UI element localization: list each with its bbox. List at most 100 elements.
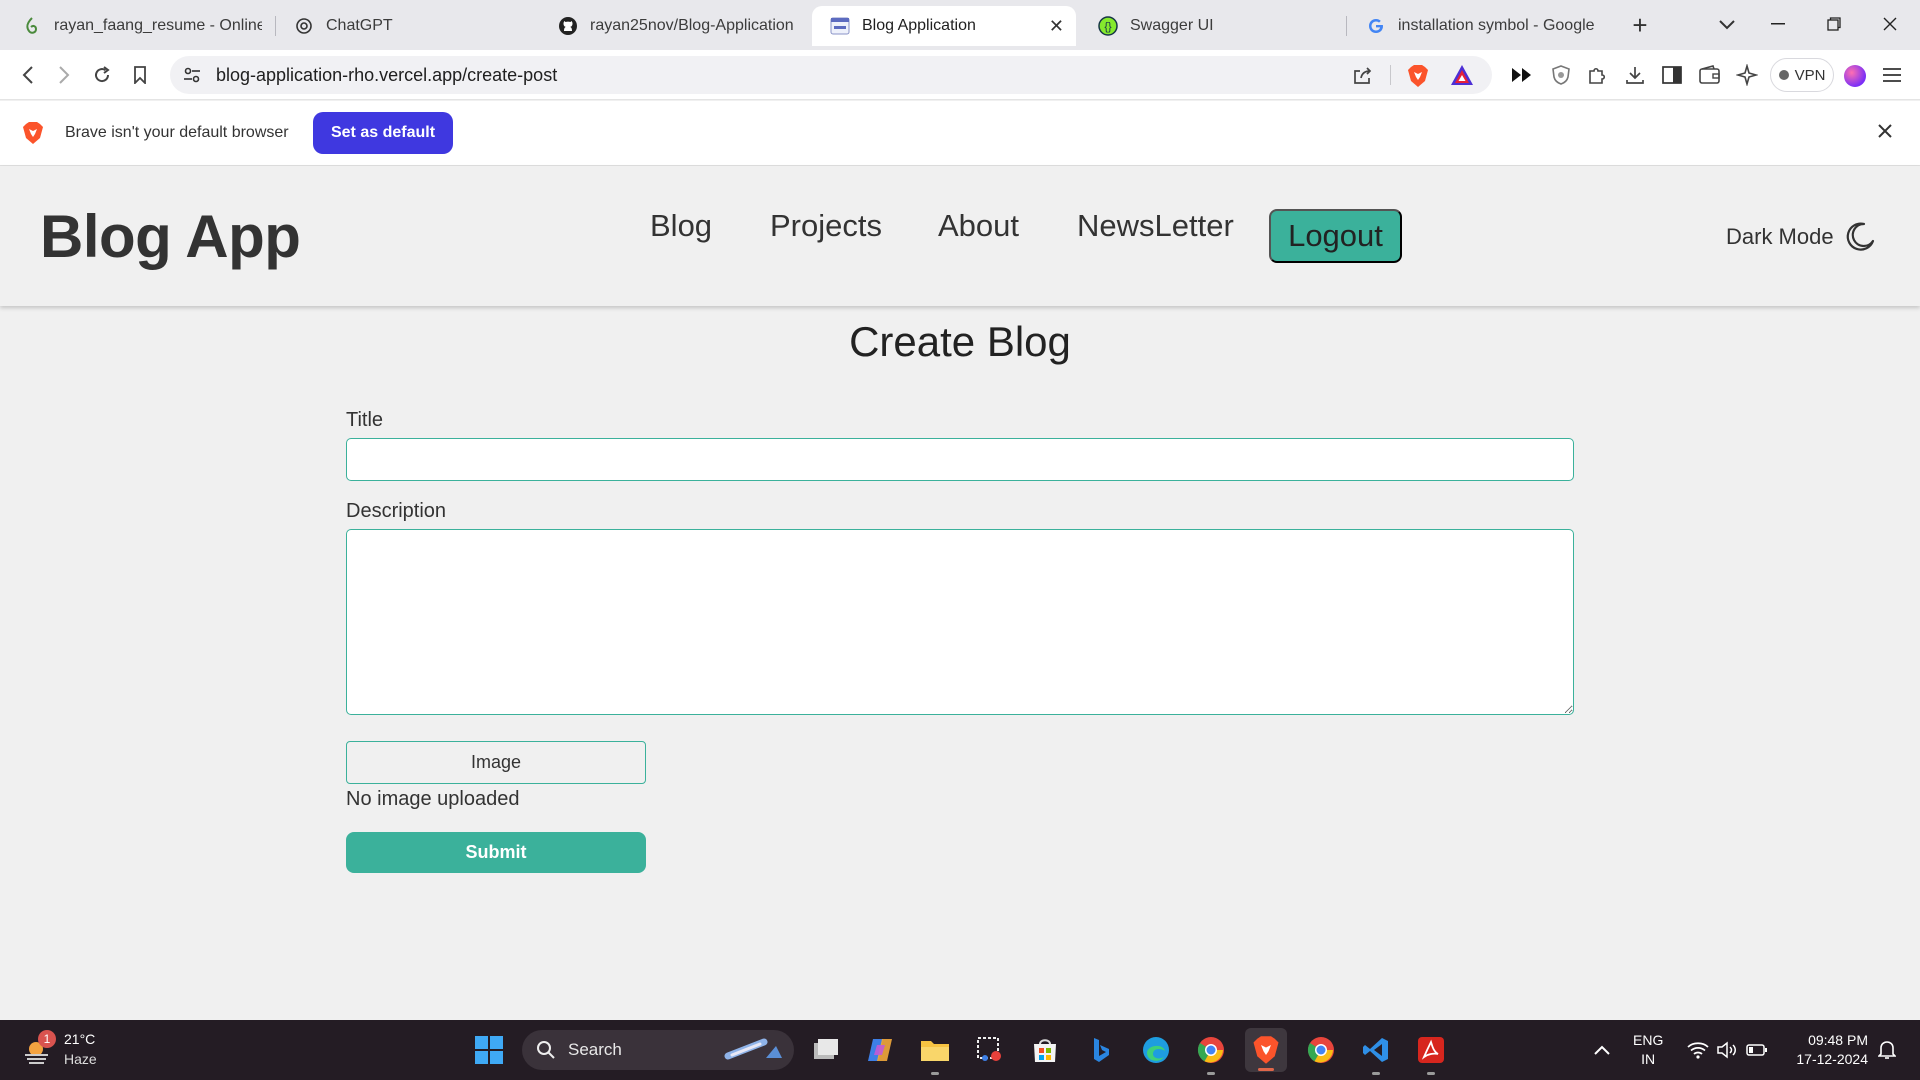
title-input[interactable] [346, 438, 1574, 481]
image-status-text: No image uploaded [346, 788, 520, 810]
tab-blog-application[interactable]: Blog Application ✕ [812, 6, 1076, 46]
infobar-message: Brave isn't your default browser [65, 124, 289, 141]
vpn-label: VPN [1794, 66, 1826, 84]
url-text: blog-application-rho.vercel.app/create-p… [216, 65, 558, 85]
tab-chatgpt[interactable]: ChatGPT [276, 6, 536, 46]
wallet-icon[interactable] [1698, 63, 1722, 87]
restore-button[interactable] [1806, 4, 1862, 44]
app-brand[interactable]: Blog App [40, 202, 301, 271]
close-window-button[interactable] [1862, 4, 1918, 44]
forward-icon[interactable] [48, 60, 80, 90]
tab-google[interactable]: installation symbol - Google Se [1348, 6, 1606, 46]
search-icon [536, 1040, 556, 1060]
tab-title: Swagger UI [1130, 17, 1214, 34]
minimize-button[interactable] [1750, 4, 1806, 44]
clock-date: 17-12-2024 [1796, 1051, 1868, 1067]
image-upload-button[interactable]: Image [346, 741, 646, 784]
weather-widget[interactable]: 1 21°C Haze [22, 1030, 142, 1072]
bookmark-icon[interactable] [124, 60, 156, 90]
address-bar-divider [1390, 65, 1391, 85]
nav-projects[interactable]: Projects [770, 208, 882, 244]
brave-rewards-icon[interactable] [1450, 64, 1474, 86]
acrobat-icon[interactable] [1415, 1034, 1447, 1075]
leo-ai-icon[interactable] [1735, 63, 1759, 87]
chrome-icon[interactable] [1195, 1034, 1227, 1075]
search-highlight-icon [724, 1038, 784, 1062]
browser-toolbar: blog-application-rho.vercel.app/create-p… [0, 50, 1920, 100]
running-indicator [931, 1072, 939, 1075]
edge-icon[interactable] [1140, 1034, 1172, 1066]
search-placeholder: Search [568, 1040, 622, 1059]
wifi-icon[interactable] [1685, 1020, 1711, 1080]
back-icon[interactable] [12, 60, 44, 90]
extensions-puzzle-icon[interactable] [1585, 63, 1609, 87]
tab-search-chevron-icon[interactable] [1712, 10, 1742, 40]
active-app-indicator [1258, 1068, 1274, 1071]
running-indicator [1427, 1072, 1435, 1075]
weather-temperature: 21°C [64, 1031, 96, 1047]
close-tab-icon[interactable]: ✕ [1049, 16, 1064, 37]
vscode-icon[interactable] [1360, 1034, 1392, 1075]
dark-mode-label: Dark Mode [1726, 224, 1834, 249]
logout-button[interactable]: Logout [1269, 209, 1402, 263]
file-explorer-icon[interactable] [919, 1034, 951, 1075]
notification-center-icon[interactable] [1874, 1020, 1900, 1080]
taskbar-search[interactable]: Search [522, 1030, 794, 1070]
bing-icon[interactable] [1085, 1034, 1117, 1066]
system-clock[interactable]: 09:48 PM 17-12-2024 [1784, 1031, 1868, 1069]
brave-taskbar-icon[interactable] [1245, 1028, 1287, 1072]
browser-menu-icon[interactable] [1880, 63, 1904, 87]
tab-github[interactable]: rayan25nov/Blog-Application [540, 6, 812, 46]
sidebar-toggle-icon[interactable] [1660, 63, 1684, 87]
vpn-status-icon [1778, 70, 1789, 80]
default-browser-infobar: Brave isn't your default browser Set as … [0, 101, 1920, 166]
tab-title: ChatGPT [326, 17, 393, 34]
vpn-button[interactable]: VPN [1770, 58, 1834, 92]
profile-avatar[interactable] [1844, 65, 1866, 87]
task-view-icon[interactable] [810, 1034, 842, 1066]
tab-separator [1346, 16, 1347, 36]
address-bar[interactable]: blog-application-rho.vercel.app/create-p… [170, 56, 1492, 94]
reload-icon[interactable] [86, 60, 118, 90]
set-as-default-button[interactable]: Set as default [313, 112, 453, 154]
input-language-indicator[interactable]: ENG IN [1633, 1031, 1663, 1069]
running-indicator [1207, 1072, 1215, 1075]
speedreader-icon[interactable] [1510, 63, 1534, 87]
submit-button[interactable]: Submit [346, 832, 646, 873]
svg-text:{}: {} [1104, 21, 1112, 33]
windows-start-icon[interactable] [473, 1034, 505, 1066]
download-icon[interactable] [1623, 63, 1647, 87]
brave-shields-icon[interactable] [1407, 64, 1429, 87]
battery-icon[interactable] [1744, 1020, 1770, 1080]
github-icon [558, 16, 578, 36]
nav-blog[interactable]: Blog [650, 208, 712, 244]
dark-mode-toggle[interactable]: Dark Mode [1726, 221, 1876, 253]
language-region: IN [1641, 1051, 1656, 1067]
running-indicator [1372, 1072, 1380, 1075]
brave-logo-icon [22, 121, 44, 145]
tab-overleaf[interactable]: rayan_faang_resume - Online L [4, 6, 274, 46]
overleaf-icon [22, 16, 42, 36]
shield-extension-icon[interactable] [1549, 63, 1573, 87]
tab-title: rayan_faang_resume - Online L [54, 17, 262, 34]
nav-newsletter[interactable]: NewsLetter [1077, 208, 1234, 244]
snipping-tool-icon[interactable] [974, 1034, 1006, 1066]
nav-about[interactable]: About [938, 208, 1019, 244]
microsoft-store-icon[interactable] [1029, 1034, 1061, 1066]
swagger-icon: {} [1098, 16, 1118, 36]
title-label: Title [346, 409, 384, 431]
close-infobar-icon[interactable] [1875, 121, 1899, 145]
language-code: ENG [1633, 1032, 1664, 1048]
site-settings-icon[interactable] [182, 65, 202, 85]
app-navbar: Blog App Blog Projects About NewsLetter … [0, 166, 1920, 306]
show-hidden-icons-chevron-icon[interactable] [1590, 1020, 1614, 1080]
volume-icon[interactable] [1714, 1020, 1740, 1080]
new-tab-button[interactable]: + [1625, 10, 1655, 40]
tab-title: rayan25nov/Blog-Application [590, 17, 794, 34]
share-icon[interactable] [1352, 64, 1374, 86]
copilot-icon[interactable] [864, 1034, 896, 1066]
tab-swagger[interactable]: {} Swagger UI [1080, 6, 1340, 46]
description-label: Description [346, 500, 447, 522]
chrome-profile-icon[interactable] [1305, 1034, 1337, 1066]
description-textarea[interactable] [346, 529, 1574, 715]
